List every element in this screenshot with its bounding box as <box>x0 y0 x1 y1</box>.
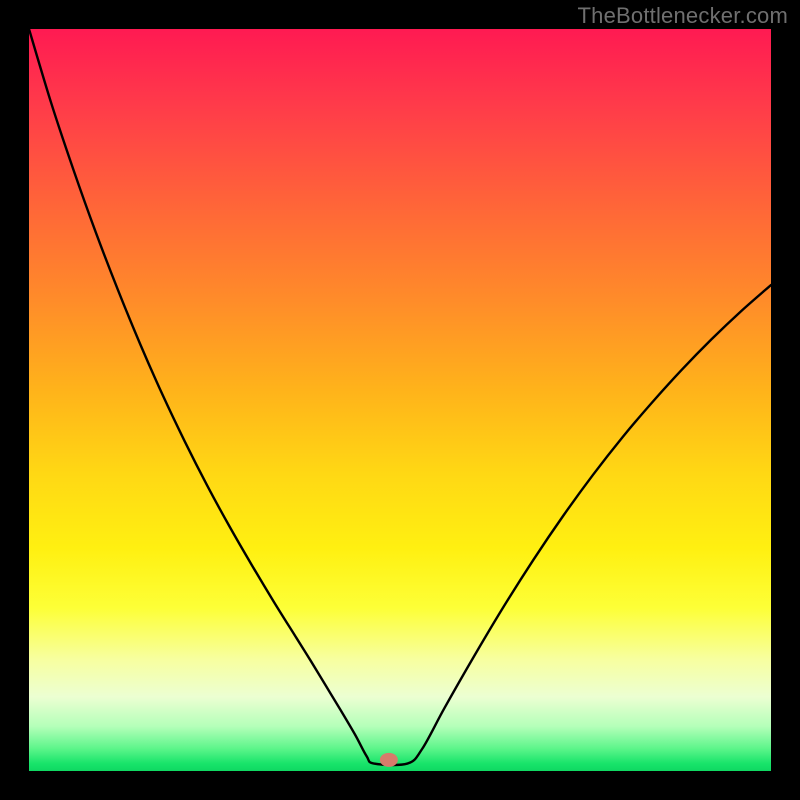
plot-area <box>29 29 771 771</box>
chart-frame: TheBottlenecker.com <box>0 0 800 800</box>
optimum-marker <box>380 753 398 767</box>
bottleneck-curve <box>29 29 771 765</box>
branding-watermark: TheBottlenecker.com <box>578 3 788 29</box>
curve-svg <box>29 29 771 771</box>
